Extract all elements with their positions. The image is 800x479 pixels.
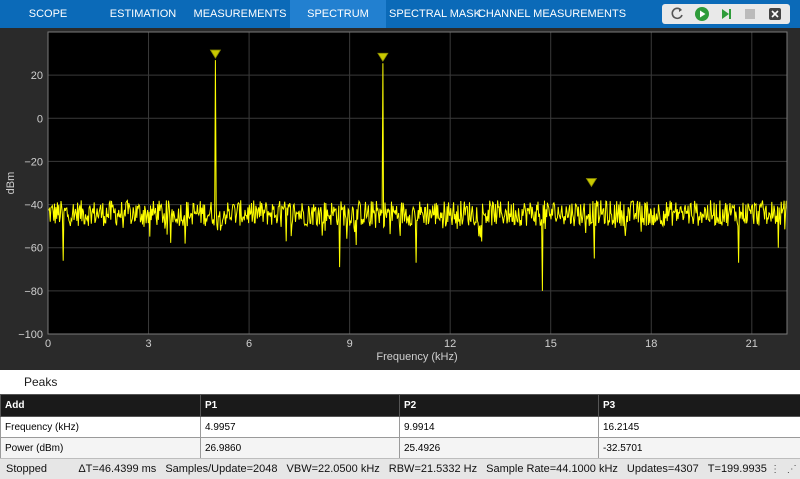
row-label-frequency: Frequency (kHz) xyxy=(0,416,201,438)
status-metrics: ΔT=46.4399 ms Samples/Update=2048 VBW=22… xyxy=(72,463,767,475)
simulation-controls xyxy=(662,4,790,24)
x-axis-label: Frequency (kHz) xyxy=(376,351,457,363)
status-vbw: VBW=22.0500 kHz xyxy=(286,463,380,475)
run-icon xyxy=(694,7,709,21)
close-icon xyxy=(768,8,781,20)
status-time: T=199.9935 xyxy=(707,463,767,475)
column-header-p1: P1 xyxy=(200,394,400,417)
status-updates: Updates=4307 xyxy=(626,463,699,475)
x-tick-label: 18 xyxy=(645,338,657,350)
x-tick-label: 3 xyxy=(145,338,151,350)
peaks-header-row: Add P1 P2 P3 xyxy=(0,394,800,417)
status-rbw: RBW=21.5332 Hz xyxy=(388,463,478,475)
tab-spectral-mask[interactable]: SPECTRAL MASK xyxy=(386,0,484,28)
resize-grip-icon[interactable]: ⋰ xyxy=(787,464,797,475)
step-forward-icon xyxy=(721,9,731,19)
table-cell: -32.5701 xyxy=(598,437,800,459)
y-tick-label: −20 xyxy=(24,156,43,168)
tab-spectrum[interactable]: SPECTRUM xyxy=(290,0,386,28)
add-peak-cell[interactable]: Add xyxy=(0,394,201,417)
y-tick-label: −100 xyxy=(18,329,43,341)
column-header-p3: P3 xyxy=(598,394,800,417)
y-axis-label: dBm xyxy=(5,172,17,195)
status-delta-t: ΔT=46.4399 ms xyxy=(78,463,157,475)
x-tick-label: 15 xyxy=(545,338,557,350)
peaks-table: Add P1 P2 P3 Frequency (kHz) 4.9957 9.99… xyxy=(0,394,800,459)
run-button[interactable] xyxy=(694,6,710,22)
step-forward-button[interactable] xyxy=(718,6,734,22)
tab-estimation[interactable]: ESTIMATION xyxy=(96,0,190,28)
table-cell: 25.4926 xyxy=(399,437,599,459)
stop-icon xyxy=(745,9,756,19)
column-header-p2: P2 xyxy=(399,394,599,417)
status-state: Stopped xyxy=(6,463,47,475)
table-row: Frequency (kHz) 4.9957 9.9914 16.2145 xyxy=(0,416,800,438)
table-row: Power (dBm) 26.9860 25.4926 -32.5701 xyxy=(0,437,800,459)
y-tick-label: 0 xyxy=(37,113,43,125)
table-cell: 26.9860 xyxy=(200,437,400,459)
table-cell: 9.9914 xyxy=(399,416,599,438)
y-tick-label: −60 xyxy=(24,243,43,255)
close-button[interactable] xyxy=(767,6,783,22)
status-samples-per-update: Samples/Update=2048 xyxy=(165,463,278,475)
x-tick-label: 21 xyxy=(746,338,758,350)
x-tick-label: 9 xyxy=(347,338,353,350)
status-icons: ⋮ ⋰ xyxy=(767,464,800,475)
step-back-button[interactable] xyxy=(669,6,685,22)
stepback-icon xyxy=(671,7,683,20)
y-tick-label: −40 xyxy=(24,200,43,212)
overflow-menu-icon[interactable]: ⋮ xyxy=(770,464,780,475)
tab-channel-measurements[interactable]: CHANNEL MEASUREMENTS xyxy=(478,0,626,28)
status-sample-rate: Sample Rate=44.1000 kHz xyxy=(486,463,618,475)
spectrum-plot[interactable]: 0 3 6 9 12 15 18 21 20 0 −20 −40 −60 −80 −100 dBm Freq… xyxy=(0,28,800,370)
plot-area[interactable] xyxy=(48,32,787,334)
row-label-power: Power (dBm) xyxy=(0,437,201,459)
table-cell: 4.9957 xyxy=(200,416,400,438)
spectrum-plot-panel: 0 3 6 9 12 15 18 21 20 0 −20 −40 −60 −80 −100 dBm Freq… xyxy=(0,28,800,370)
x-tick-label: 6 xyxy=(246,338,252,350)
x-tick-label: 0 xyxy=(45,338,51,350)
tab-measurements[interactable]: MEASUREMENTS xyxy=(190,0,290,28)
table-cell: 16.2145 xyxy=(598,416,800,438)
x-tick-label: 12 xyxy=(444,338,456,350)
toolstrip: SCOPE ESTIMATION MEASUREMENTS SPECTRUM S… xyxy=(0,0,800,28)
stop-button[interactable] xyxy=(742,6,758,22)
peaks-panel: Peaks Add P1 P2 P3 Frequency (kHz) 4.995… xyxy=(0,370,800,459)
tab-scope[interactable]: SCOPE xyxy=(0,0,96,28)
peaks-title: Peaks xyxy=(0,370,800,394)
spectrum-analyzer-window: SCOPE ESTIMATION MEASUREMENTS SPECTRUM S… xyxy=(0,0,800,479)
y-tick-label: 20 xyxy=(31,70,43,82)
status-bar: Stopped ΔT=46.4399 ms Samples/Update=204… xyxy=(0,458,800,479)
y-tick-label: −80 xyxy=(24,286,43,298)
